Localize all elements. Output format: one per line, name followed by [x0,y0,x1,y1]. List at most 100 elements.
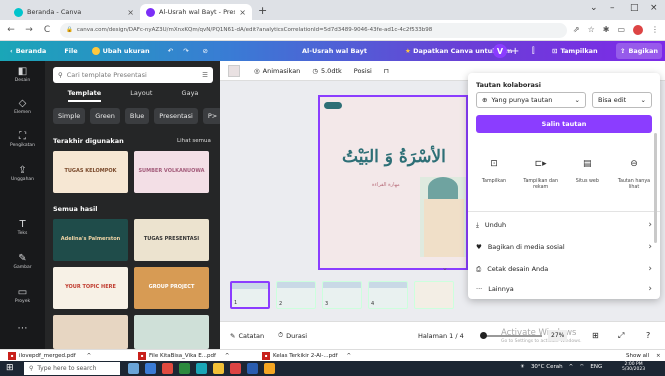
tray-chevron-icon[interactable]: ^ [569,364,574,370]
permission-select[interactable]: Bisa edit ⌄ [592,92,652,108]
result-template-thumb[interactable] [134,315,209,349]
page-thumb[interactable]: 4 [368,281,408,309]
rail-item-uploads[interactable]: ⇪ Unggahan [0,165,45,182]
slide-canvas[interactable]: الأسْرَةُ وَ البَيْتُ مهارة القراءة [318,95,468,270]
more-row[interactable]: ··· Lainnya › [476,279,652,299]
tab-template[interactable]: Template [67,89,102,102]
rail-item-brand[interactable]: ⛶ Pengikatan [0,131,45,148]
duration-button[interactable]: ◷ 5.0dtk [312,67,341,75]
download-item[interactable]: ▪ Kelas Terkikir 2-Al-...pdf ^ [262,351,352,360]
rail-item-draw[interactable]: ✎ Gambar [0,253,45,270]
share-option-view-link[interactable]: ⊖ Tautan hanya lihat [612,157,656,191]
minimize-button[interactable]: – [610,3,615,13]
undo-icon[interactable]: ↶ [168,47,173,55]
chevron-up-icon[interactable]: ^ [225,353,230,359]
recent-template-thumb[interactable]: TUGAS KELOMPOK [53,151,128,193]
lock-icon[interactable]: ⊓ [384,67,389,75]
back-icon[interactable]: ← [4,25,18,35]
chrome-icon[interactable] [213,363,224,374]
background-color-swatch[interactable] [228,64,240,77]
result-template-thumb[interactable]: TUGAS PRESENTASI [134,219,209,261]
home-button[interactable]: ‹ Beranda [10,47,46,55]
app-icon[interactable] [179,363,190,374]
social-share-row[interactable]: ♥ Bagikan di media sosial › [476,237,652,257]
design-title[interactable]: Al-Usrah wal Bayt [302,47,367,55]
page-thumb[interactable]: 3 [322,281,362,309]
download-row[interactable]: ⤓ Unduh › [476,215,652,235]
task-view-icon[interactable] [128,363,139,374]
page-thumb[interactable]: 2 [276,281,316,309]
tab-layout[interactable]: Layout [130,89,152,102]
notes-button[interactable]: ✎ Catatan [230,332,264,340]
reload-icon[interactable]: C [40,25,54,35]
fullscreen-icon[interactable]: ⤢ [618,331,624,341]
tab-close-icon[interactable]: × [127,8,134,17]
taskbar-clock[interactable]: 2:00 PM 5/30/2023 [622,362,645,373]
result-template-thumb[interactable]: GROUP PROJECT [134,267,209,309]
rail-item-design[interactable]: ◧ Desain [0,66,45,83]
app-icon[interactable] [162,363,173,374]
copy-link-button[interactable]: Salin tautan [476,115,652,133]
present-button[interactable]: ⊡ Tampilkan [552,47,598,55]
filter-chip[interactable]: Green [90,108,120,124]
user-avatar[interactable]: V [493,44,507,58]
app-icon[interactable] [230,363,241,374]
filter-chip[interactable]: P> [202,108,220,124]
menu-dots-icon[interactable]: ⋮ [651,25,659,35]
show-all-downloads[interactable]: Show all [626,353,649,359]
rail-item-projects[interactable]: ▭ Proyek [0,287,45,304]
share-menu-scrollbar[interactable] [654,133,657,243]
share-page-icon[interactable]: ⇗ [573,25,580,35]
redo-icon[interactable]: ↷ [183,47,188,55]
rail-item-elements[interactable]: ◇ Elemen [0,98,45,115]
slide-subtitle[interactable]: مهارة القراءة [372,182,400,188]
extension-icon[interactable]: ✱ [603,25,610,35]
cloud-sync-icon[interactable]: ⊘ [203,47,208,55]
result-template-thumb[interactable]: Adelina's Palmerston [53,219,128,261]
result-template-thumb[interactable] [53,315,128,349]
help-icon[interactable]: ? [646,331,650,340]
timer-button[interactable]: ⏱ Durasi [278,331,307,340]
filter-icon[interactable]: ☰ [202,71,208,79]
app-icon[interactable] [145,363,156,374]
print-row[interactable]: ⎙ Cetak desain Anda › [476,259,652,279]
download-item[interactable]: ▪ File KitaBisa_Vika E...pdf ^ [138,351,230,360]
network-icon[interactable]: ⌔ [579,363,584,370]
zoom-slider-handle[interactable] [480,332,487,339]
app-icon[interactable] [264,363,275,374]
bookmark-star-icon[interactable]: ☆ [588,25,595,35]
windows-start-icon[interactable]: ⊞ [6,363,14,373]
link-access-select[interactable]: ⊕ Yang punya tautan ⌄ [476,92,586,108]
share-button[interactable]: ⇪ Bagikan [616,43,662,59]
page-thumb[interactable]: 1 [230,281,270,309]
file-menu[interactable]: File [64,47,77,55]
slide-title[interactable]: الأسْرَةُ وَ البَيْتُ [342,147,446,167]
chevron-up-icon[interactable]: ^ [347,353,352,359]
tab-style[interactable]: Gaya [182,89,199,102]
url-field[interactable]: 🔒 canva.com/design/DAFc-nyAZ3U/mXnxKQm/q… [60,22,567,38]
grid-view-icon[interactable]: ⊞ [592,331,599,340]
recent-template-thumb[interactable]: SUMBER VOLKANUOWA [134,151,209,193]
result-template-thumb[interactable]: YOUR TOPIC HERE [53,267,128,309]
new-tab-button[interactable]: + [258,4,267,17]
analytics-icon[interactable]: ⫿ [532,46,535,56]
share-option-present[interactable]: ⊡ Tampilkan [472,157,516,191]
zoom-level[interactable]: 27% [548,330,568,341]
page-nav-chevron-icon[interactable]: ⌄ [442,264,448,272]
close-downloads-icon[interactable]: × [656,353,661,359]
maximize-button[interactable]: □ [630,3,639,13]
download-item[interactable]: ▪ ilovepdf_merged.pdf ^ [8,351,91,360]
rail-item-text[interactable]: T Teks [0,219,45,236]
rail-item-apps[interactable]: ⋯ [0,323,45,335]
tab-presentation[interactable]: Al-Usrah wal Bayt - Presentasi × [140,4,252,20]
filter-chip[interactable]: Blue [124,108,150,124]
share-option-record[interactable]: ⊏▸ Tampilkan dan rekam [519,157,563,191]
animate-button[interactable]: ◎ Animasikan [254,67,300,75]
share-option-website[interactable]: ▤ Situs web [565,157,609,191]
see-all-link[interactable]: Lihat semua [177,138,211,144]
weather-text[interactable]: 30°C Cerah [531,364,563,370]
taskbar-search[interactable]: ⚲ Type here to search [24,362,120,375]
template-search-input[interactable]: ⚲ Cari template Presentasi ☰ [53,67,213,83]
tab-beranda[interactable]: Beranda - Canva × [8,4,140,20]
add-collaborator-button[interactable]: + [511,46,519,57]
